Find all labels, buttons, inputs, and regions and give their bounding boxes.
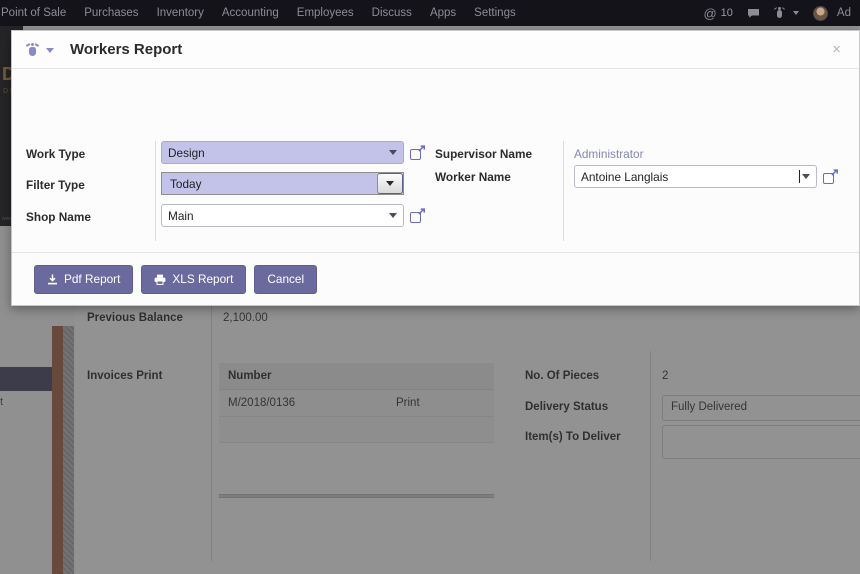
nav-item-inventory[interactable]: Inventory <box>148 0 213 26</box>
nav-item-settings[interactable]: Settings <box>465 0 525 26</box>
chat-bubble-icon <box>747 8 759 18</box>
filter-type-field: Today <box>161 172 404 195</box>
external-link-icon[interactable] <box>410 145 425 160</box>
worker-name-field: Antoine Langlais <box>574 165 838 188</box>
pdf-report-label: Pdf Report <box>64 272 121 286</box>
work-type-label: Work Type <box>26 147 86 161</box>
nav-item-apps[interactable]: Apps <box>421 0 465 26</box>
chevron-down-icon <box>792 11 799 15</box>
arrow-out-icon <box>831 169 838 176</box>
chevron-down-icon[interactable] <box>389 150 397 155</box>
filter-type-select[interactable]: Today <box>161 172 404 195</box>
select-dropdown-button[interactable] <box>377 173 403 194</box>
worker-name-label: Worker Name <box>435 170 511 184</box>
bug-icon <box>773 7 785 19</box>
dialog-body: Work Type Design Filter Type Today Shop … <box>12 69 859 253</box>
filter-type-value: Today <box>170 176 202 191</box>
bug-icon[interactable] <box>25 42 40 57</box>
shop-name-value: Main <box>168 208 194 223</box>
shop-name-label: Shop Name <box>26 210 91 224</box>
close-icon[interactable]: × <box>828 40 845 59</box>
workers-report-dialog: Workers Report × Work Type Design Filter… <box>11 30 860 306</box>
worker-name-input[interactable]: Antoine Langlais <box>574 165 817 188</box>
external-link-icon[interactable] <box>823 169 838 184</box>
shop-name-input[interactable]: Main <box>161 204 404 227</box>
chevron-down-icon[interactable] <box>46 48 54 53</box>
mentions-button[interactable]: @ 10 <box>696 6 739 21</box>
arrow-out-icon <box>418 145 425 152</box>
navbar-menu: Point of Sale Purchases Inventory Accoun… <box>0 0 525 26</box>
right-column-divider <box>563 141 564 241</box>
cancel-button[interactable]: Cancel <box>254 264 318 294</box>
worker-name-value: Antoine Langlais <box>581 169 669 184</box>
nav-item-discuss[interactable]: Discuss <box>363 0 421 26</box>
xls-report-label: XLS Report <box>172 272 234 286</box>
download-icon <box>47 274 58 285</box>
mention-count: 10 <box>720 7 733 19</box>
xls-report-button[interactable]: XLS Report <box>141 264 247 294</box>
chevron-down-icon <box>386 181 394 186</box>
user-menu-button[interactable]: Ad <box>806 5 858 21</box>
left-column-divider <box>155 141 156 241</box>
at-sign-icon: @ <box>703 5 717 21</box>
chevron-down-icon[interactable] <box>389 213 397 218</box>
user-name-label: Ad <box>836 7 851 19</box>
arrow-out-icon <box>418 208 425 215</box>
pdf-report-button[interactable]: Pdf Report <box>34 264 134 294</box>
work-type-value: Design <box>168 145 205 160</box>
debug-menu-button[interactable] <box>767 7 806 19</box>
supervisor-name-label: Supervisor Name <box>435 147 533 161</box>
dialog-footer: Pdf Report XLS Report Cancel <box>12 253 859 305</box>
nav-item-employees[interactable]: Employees <box>288 0 363 26</box>
nav-item-point-of-sale[interactable]: Point of Sale <box>0 0 75 26</box>
screen: DI D P www.site.com t Previous Balance 2… <box>0 0 860 574</box>
work-type-input[interactable]: Design <box>161 141 404 164</box>
dialog-title: Workers Report <box>70 41 183 58</box>
shop-name-field: Main <box>161 204 425 227</box>
chevron-down-icon[interactable] <box>802 174 810 179</box>
navbar-right: @ 10 Ad <box>696 5 860 21</box>
top-navbar: Point of Sale Purchases Inventory Accoun… <box>0 0 860 26</box>
cancel-label: Cancel <box>267 272 305 286</box>
messages-button[interactable] <box>740 8 767 19</box>
nav-item-purchases[interactable]: Purchases <box>75 0 147 26</box>
dialog-header: Workers Report × <box>12 31 859 69</box>
external-link-icon[interactable] <box>410 208 425 223</box>
text-cursor <box>799 170 800 183</box>
nav-item-accounting[interactable]: Accounting <box>213 0 288 26</box>
avatar <box>812 5 828 21</box>
printer-icon <box>154 274 166 285</box>
filter-type-label: Filter Type <box>26 178 85 192</box>
supervisor-name-value: Administrator <box>574 147 644 161</box>
work-type-field: Design <box>161 141 425 164</box>
